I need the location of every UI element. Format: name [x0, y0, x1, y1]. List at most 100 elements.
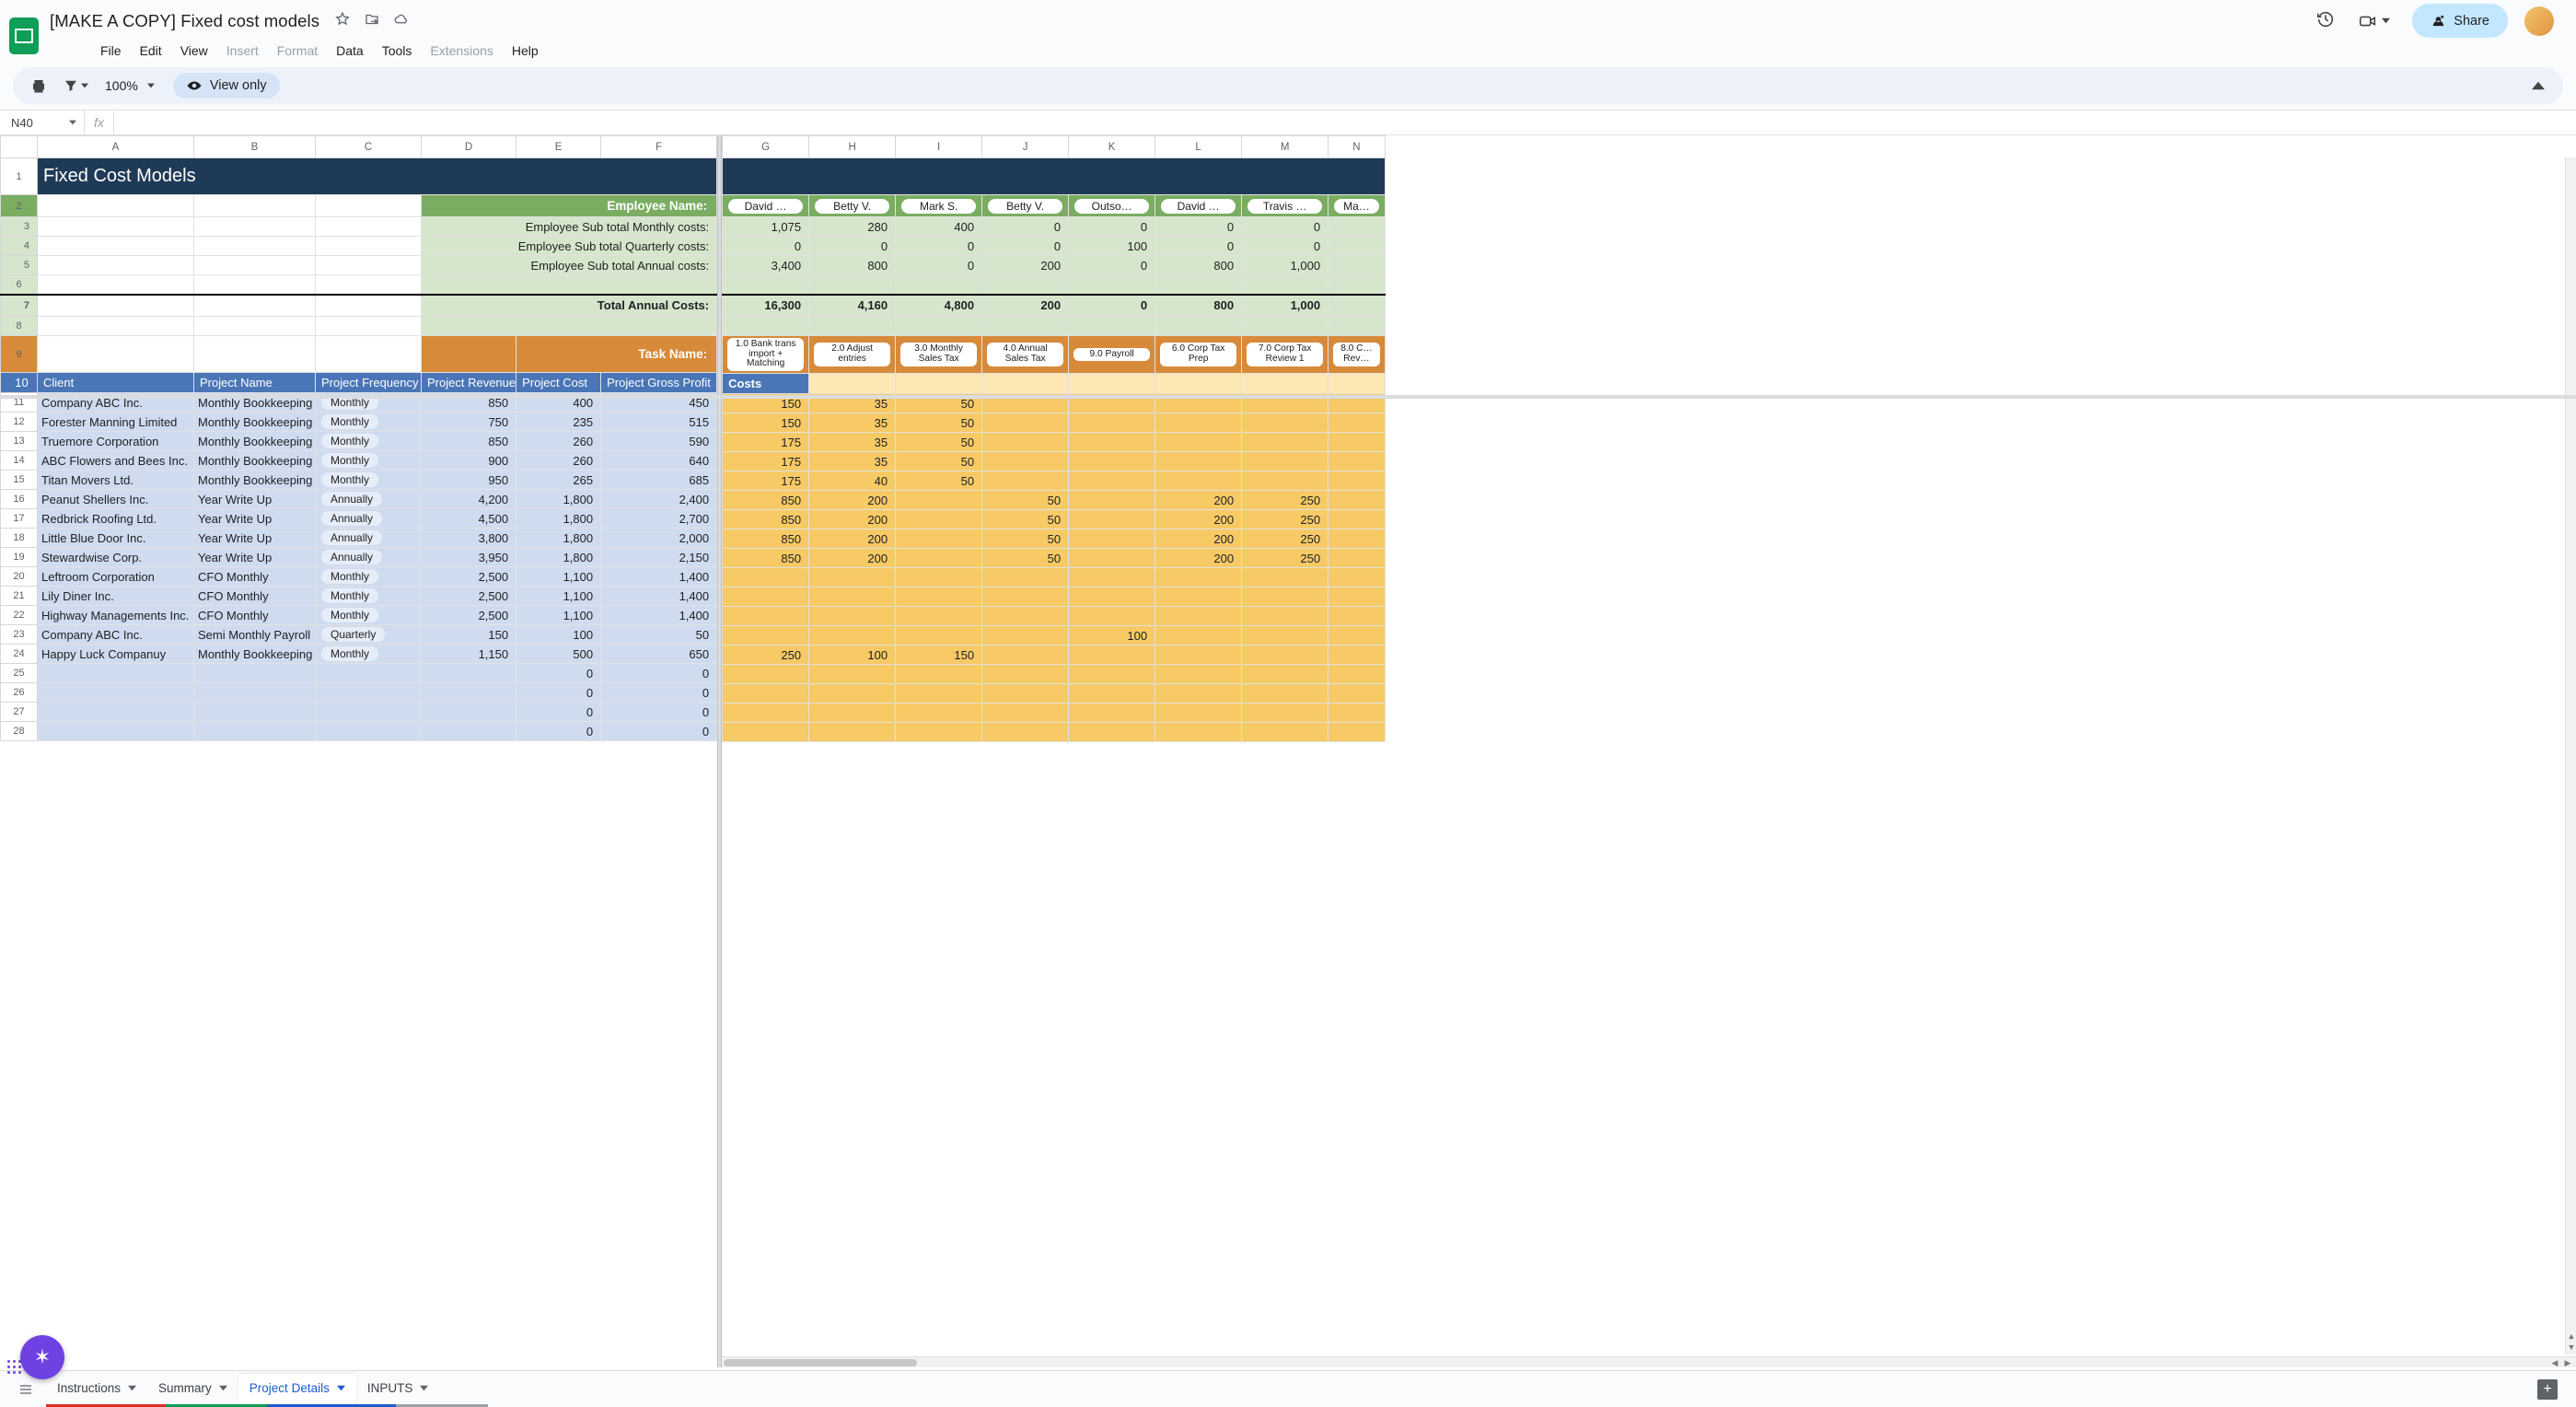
client-cell[interactable]: Forester Manning Limited [38, 413, 194, 432]
cell[interactable] [982, 704, 1069, 723]
meet-button[interactable] [2352, 9, 2396, 33]
project-cell[interactable]: Year Write Up [194, 509, 316, 529]
frequency-cell[interactable]: Quarterly [316, 625, 422, 645]
cell[interactable]: 0 [516, 664, 601, 683]
cell[interactable] [1069, 723, 1155, 742]
task-cost-cell[interactable] [896, 491, 982, 510]
cell[interactable] [38, 295, 194, 317]
cell[interactable] [982, 665, 1069, 684]
cell[interactable] [194, 664, 316, 683]
employee-pill[interactable]: Betty V. [982, 195, 1069, 217]
task-pill[interactable]: 2.0 Adjust entries [809, 336, 896, 374]
task-cost-cell[interactable] [1242, 471, 1329, 491]
subtotal-cell[interactable]: 0 [896, 256, 982, 275]
frequency-cell[interactable]: Annually [316, 529, 422, 548]
cell[interactable] [982, 684, 1069, 704]
task-cost-cell[interactable] [982, 433, 1069, 452]
revenue-cell[interactable]: 2,500 [422, 567, 516, 587]
task-cost-cell[interactable] [896, 607, 982, 626]
col-header-I[interactable]: I [896, 136, 982, 158]
cost-cell[interactable]: 1,100 [516, 606, 601, 625]
cell[interactable] [38, 217, 194, 237]
task-cost-cell[interactable]: 250 [1242, 491, 1329, 510]
task-cost-cell[interactable] [1242, 568, 1329, 587]
cell[interactable] [982, 374, 1069, 394]
frequency-cell[interactable]: Monthly [316, 587, 422, 606]
subtotal-cell[interactable]: 3,400 [723, 256, 809, 275]
frequency-cell[interactable]: Annually [316, 490, 422, 509]
col-header-J[interactable]: J [982, 136, 1069, 158]
cell[interactable] [194, 336, 316, 373]
cell[interactable] [896, 275, 982, 295]
task-cost-cell[interactable] [896, 626, 982, 645]
col-header-E[interactable]: E [516, 136, 601, 158]
col-header-N[interactable]: N [1329, 136, 1386, 158]
cell[interactable] [723, 275, 809, 295]
cell[interactable] [809, 684, 896, 704]
client-cell[interactable]: Highway Managements Inc. [38, 606, 194, 625]
menu-file[interactable]: File [92, 40, 130, 62]
task-cost-cell[interactable]: 150 [896, 645, 982, 665]
cost-cell[interactable]: 265 [516, 471, 601, 490]
view-only-badge[interactable]: View only [173, 73, 280, 99]
cell[interactable] [1329, 684, 1386, 704]
share-button[interactable]: Share [2412, 4, 2508, 38]
task-cost-cell[interactable] [809, 587, 896, 607]
cell[interactable] [1329, 275, 1386, 295]
project-cell[interactable]: Monthly Bookkeeping [194, 645, 316, 664]
task-cost-cell[interactable] [982, 626, 1069, 645]
cell[interactable] [1155, 374, 1242, 394]
fab-drag-handle[interactable] [7, 1360, 21, 1374]
gross-profit-cell[interactable]: 1,400 [601, 606, 717, 625]
client-cell[interactable]: Lily Diner Inc. [38, 587, 194, 606]
menu-data[interactable]: Data [328, 40, 372, 62]
cell[interactable] [1155, 684, 1242, 704]
collapse-toolbar-button[interactable] [2526, 74, 2550, 98]
cell[interactable] [1242, 665, 1329, 684]
subtotal-cell[interactable]: 400 [896, 217, 982, 237]
cell[interactable] [1329, 433, 1386, 452]
cell[interactable] [316, 703, 422, 722]
client-cell[interactable]: Redbrick Roofing Ltd. [38, 509, 194, 529]
star-icon[interactable] [334, 11, 351, 30]
task-cost-cell[interactable]: 200 [809, 549, 896, 568]
cell[interactable] [1329, 723, 1386, 742]
cell[interactable] [896, 665, 982, 684]
task-cost-cell[interactable]: 50 [896, 413, 982, 433]
gross-profit-cell[interactable]: 2,700 [601, 509, 717, 529]
task-cost-cell[interactable]: 175 [723, 452, 809, 471]
task-cost-cell[interactable] [1155, 626, 1242, 645]
task-cost-cell[interactable]: 50 [896, 433, 982, 452]
cost-cell[interactable]: 260 [516, 432, 601, 451]
client-cell[interactable]: Peanut Shellers Inc. [38, 490, 194, 509]
task-cost-cell[interactable] [982, 452, 1069, 471]
revenue-cell[interactable]: 900 [422, 451, 516, 471]
menu-edit[interactable]: Edit [132, 40, 170, 62]
cell[interactable] [38, 703, 194, 722]
task-cost-cell[interactable] [1069, 607, 1155, 626]
gross-profit-cell[interactable]: 50 [601, 625, 717, 645]
gross-profit-cell[interactable]: 1,400 [601, 567, 717, 587]
task-pill[interactable]: 9.0 Payroll [1069, 336, 1155, 374]
cost-cell[interactable]: 500 [516, 645, 601, 664]
cost-cell[interactable]: 1,800 [516, 490, 601, 509]
task-cost-cell[interactable] [1242, 433, 1329, 452]
gross-profit-cell[interactable]: 685 [601, 471, 717, 490]
cell[interactable] [809, 723, 896, 742]
task-cost-cell[interactable]: 35 [809, 433, 896, 452]
subtotal-cell[interactable]: 0 [1242, 217, 1329, 237]
cell[interactable] [316, 195, 422, 217]
cell[interactable] [38, 256, 194, 275]
cell[interactable] [316, 217, 422, 237]
cell[interactable] [723, 665, 809, 684]
task-cost-cell[interactable]: 150 [723, 413, 809, 433]
employee-pill[interactable]: Travis … [1242, 195, 1329, 217]
employee-pill[interactable]: David … [723, 195, 809, 217]
row-header[interactable]: 22 [1, 606, 38, 625]
task-cost-cell[interactable]: 250 [1242, 529, 1329, 549]
cell[interactable] [809, 317, 896, 336]
cost-cell[interactable]: 400 [516, 393, 601, 413]
task-cost-cell[interactable] [809, 568, 896, 587]
cell[interactable]: 0 [601, 683, 717, 703]
cell[interactable] [1329, 626, 1386, 645]
